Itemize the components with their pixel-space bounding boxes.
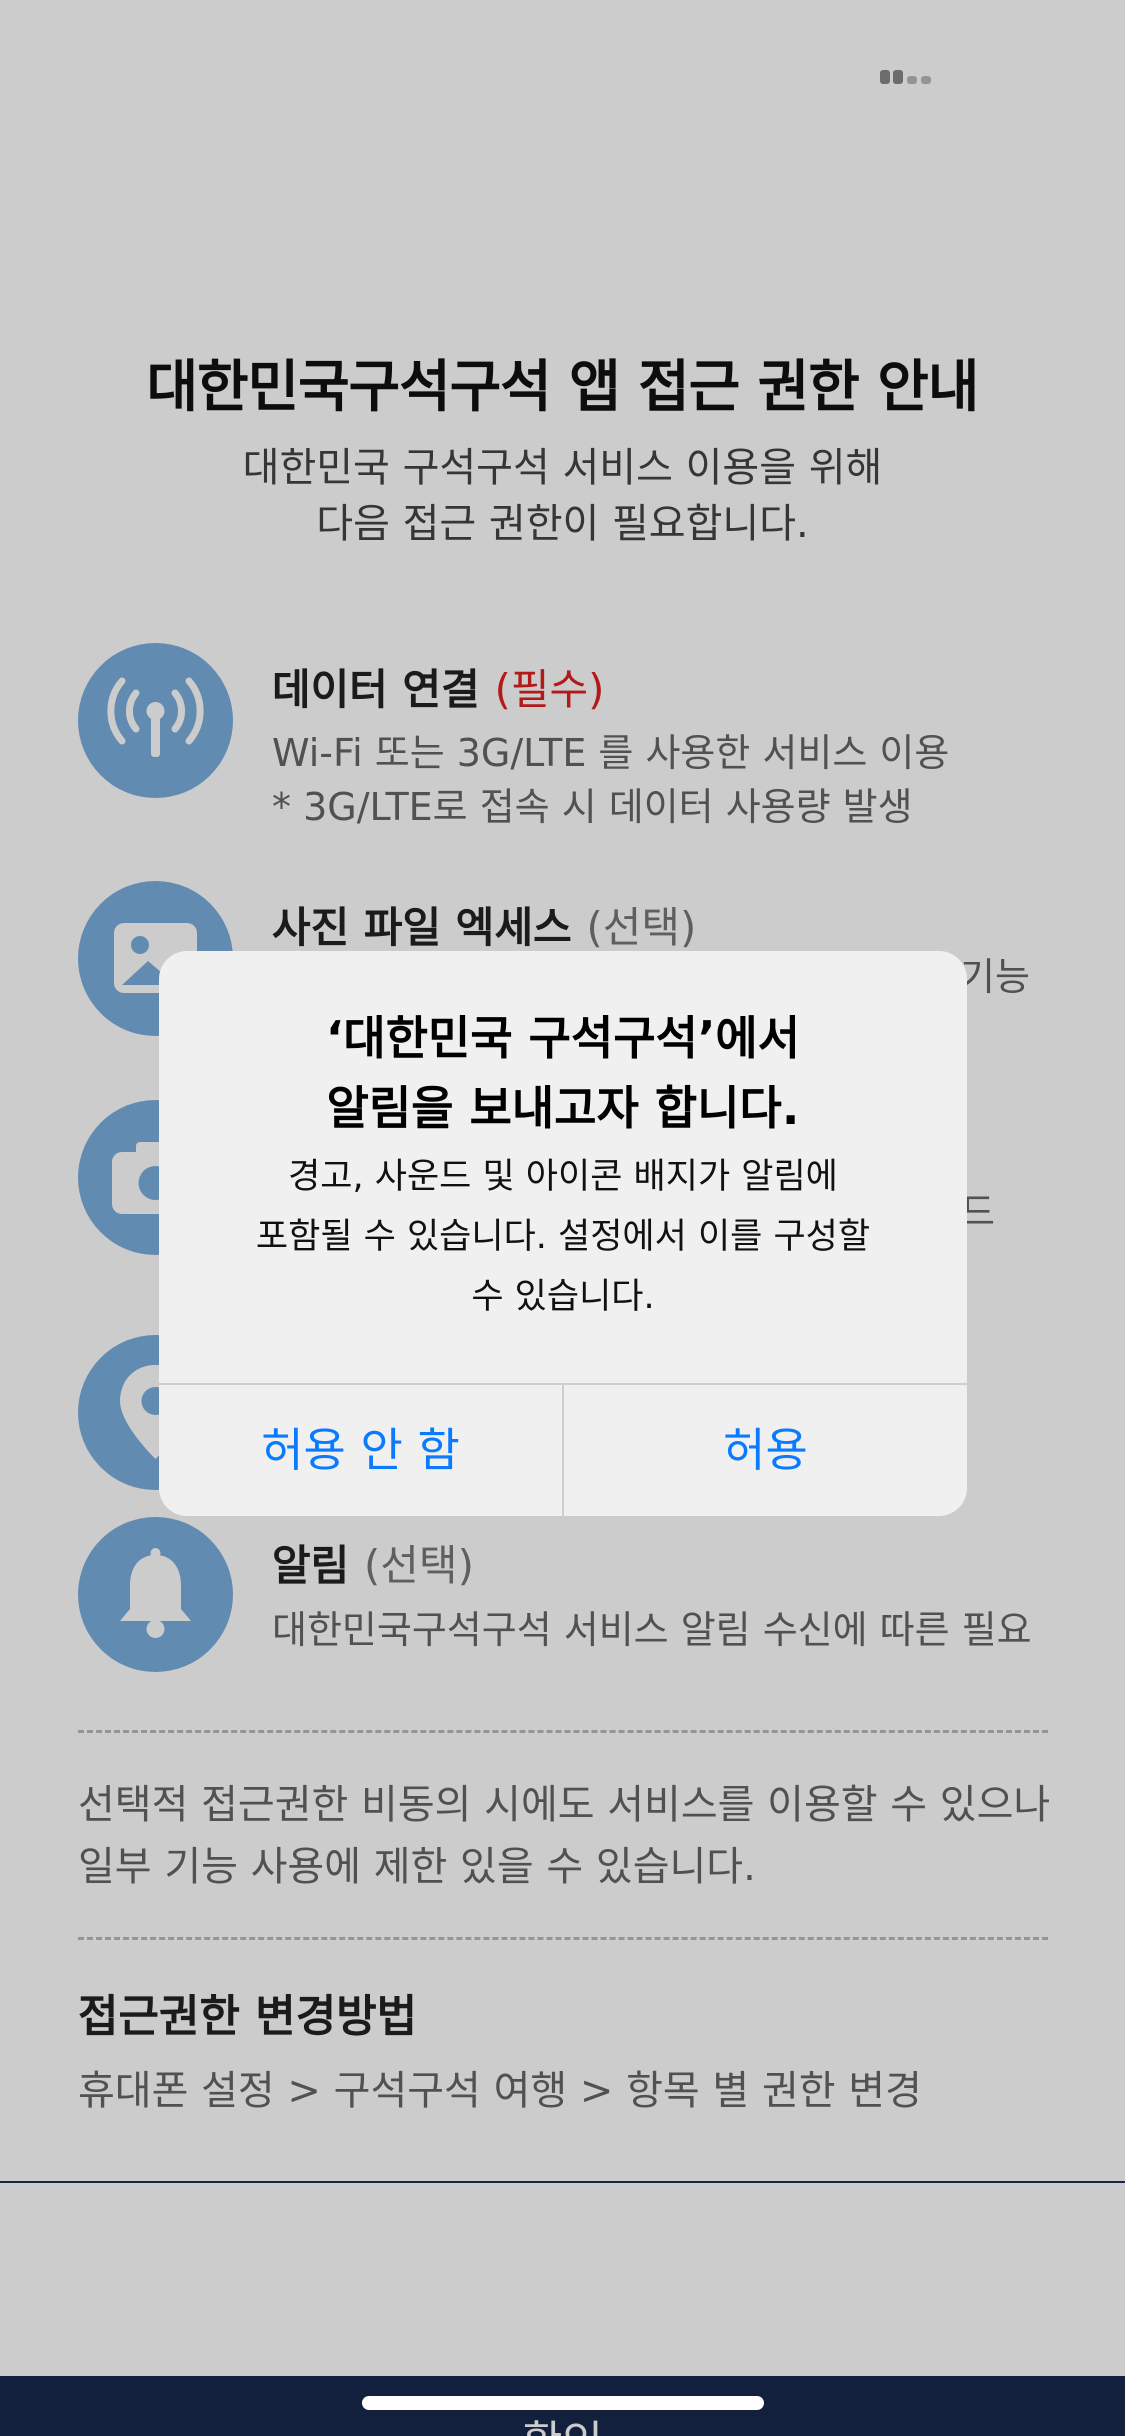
dont-allow-button[interactable]: 허용 안 함 bbox=[159, 1385, 562, 1516]
alert-message-line: 포함될 수 있습니다. 설정에서 이를 구성할 bbox=[255, 1217, 871, 1257]
allow-button[interactable]: 허용 bbox=[564, 1385, 967, 1516]
home-indicator[interactable] bbox=[362, 2396, 764, 2410]
alert-title-line: ‘대한민국 구석구석’에서 bbox=[325, 1011, 801, 1065]
alert-message-line: 수 있습니다. bbox=[471, 1277, 655, 1317]
alert-message: 경고, 사운드 및 아이콘 배지가 알림에 포함될 수 있습니다. 설정에서 이… bbox=[219, 1147, 907, 1327]
alert-title-line: 알림을 보내고자 합니다. bbox=[326, 1081, 800, 1135]
notification-permission-alert: ‘대한민국 구석구석’에서 알림을 보내고자 합니다. 경고, 사운드 및 아이… bbox=[159, 951, 967, 1516]
alert-message-line: 경고, 사운드 및 아이콘 배지가 알림에 bbox=[288, 1157, 838, 1197]
alert-title: ‘대한민국 구석구석’에서 알림을 보내고자 합니다. bbox=[159, 1003, 967, 1143]
